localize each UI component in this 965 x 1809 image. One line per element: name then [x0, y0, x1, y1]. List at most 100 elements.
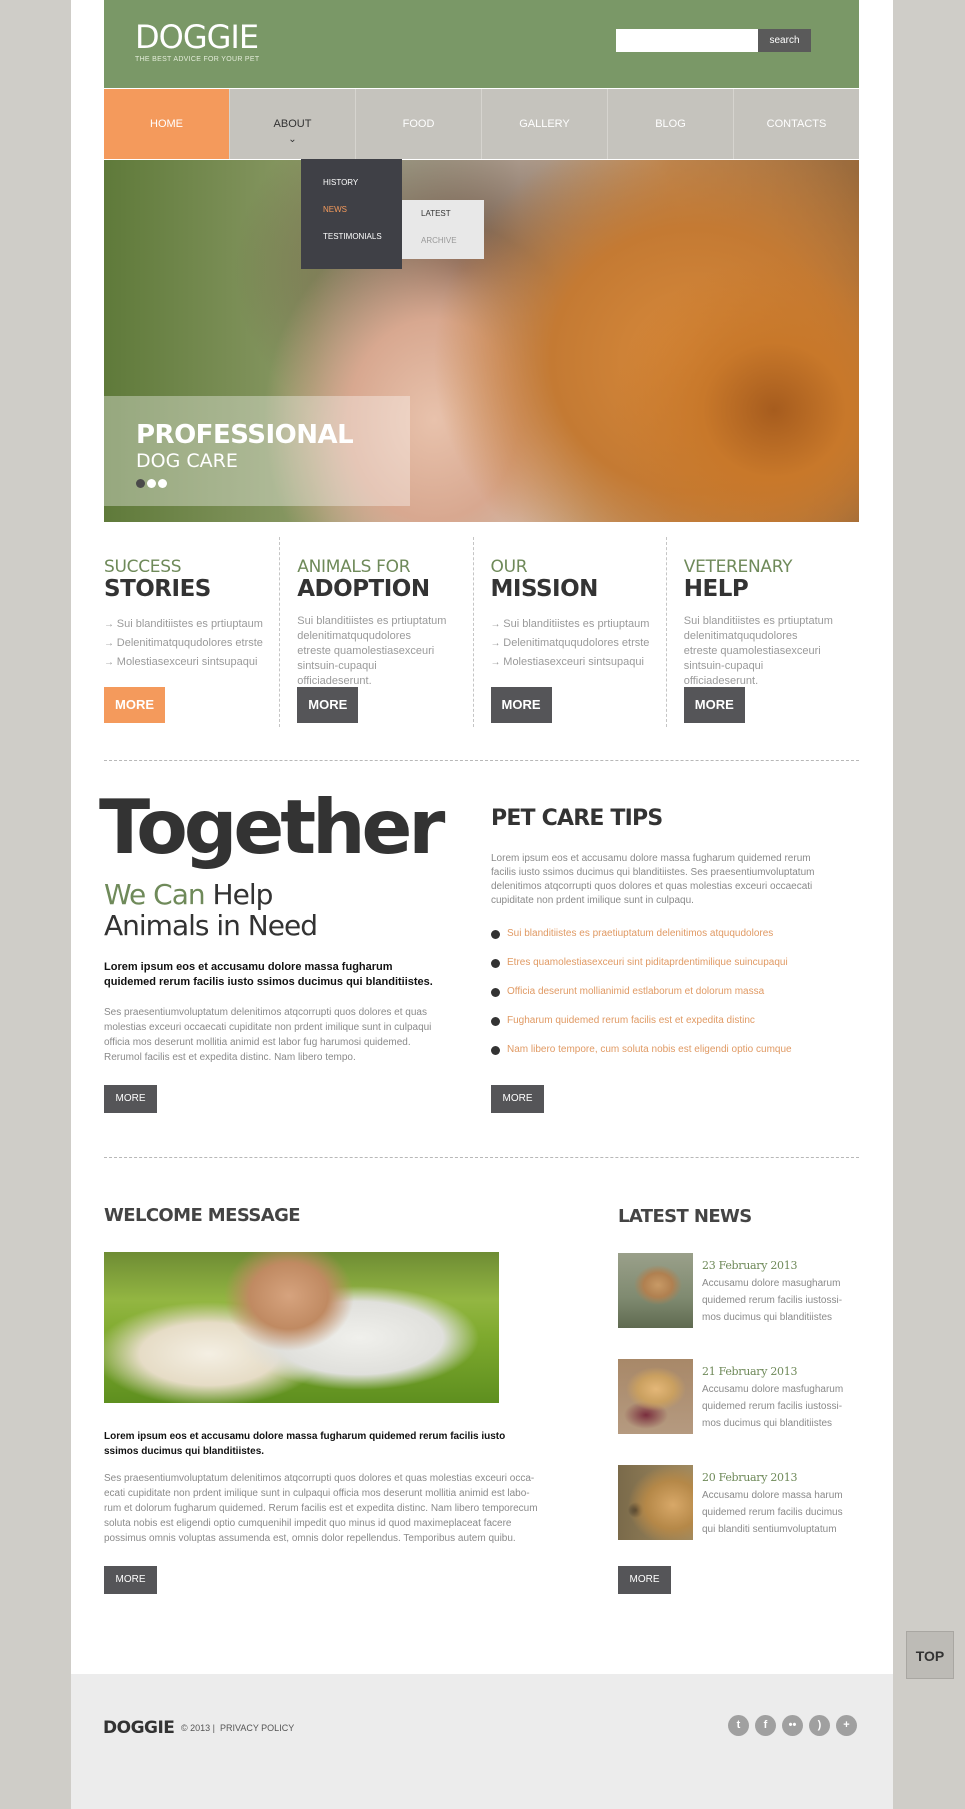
- together-green-text: We Can: [104, 878, 206, 911]
- together-more-button[interactable]: MORE: [104, 1085, 157, 1113]
- dropdown-item-history[interactable]: HISTORY: [301, 173, 402, 200]
- together-lead: Lorem ipsum eos et accusamu dolore massa…: [104, 961, 433, 988]
- facebook-icon[interactable]: f: [755, 1715, 776, 1736]
- section-divider: [104, 760, 859, 761]
- twitter-icon[interactable]: t: [728, 1715, 749, 1736]
- tips-title: PET CARE TIPS: [491, 806, 663, 831]
- feature-list-item[interactable]: Delenitimatququdolores etrste: [491, 634, 666, 653]
- together-line2: Animals in Need: [104, 909, 318, 942]
- feature-mission: OUR MISSION Sui blanditiistes es prtiupt…: [472, 537, 666, 727]
- feature-kicker: SUCCESS: [104, 557, 182, 577]
- news-item[interactable]: 20 February 2013 Accusamu dolore massa h…: [618, 1465, 848, 1541]
- main-nav: HOME ABOUT FOOD GALLERY BLOG CONTACTS: [104, 89, 859, 159]
- tip-item[interactable]: Nam libero tempore, cum soluta nobis est…: [491, 1043, 792, 1072]
- dropdown-item-testimonials[interactable]: TESTIMONIALS: [301, 227, 402, 254]
- nav-item-food[interactable]: FOOD: [356, 89, 482, 159]
- hero-subtitle: DOG CARE: [136, 450, 238, 472]
- footer-copyright: © 2013 |: [181, 1723, 215, 1733]
- dropdown-item-news[interactable]: NEWS: [301, 200, 402, 227]
- search-button[interactable]: search: [758, 29, 811, 52]
- news-item[interactable]: 21 February 2013 Accusamu dolore masfugh…: [618, 1359, 848, 1435]
- slider-dot[interactable]: [136, 479, 145, 488]
- section-divider: [104, 1157, 859, 1158]
- feature-title: STORIES: [104, 576, 211, 602]
- feature-veterinary-help: VETERENARY HELP Sui blanditiistes es prt…: [665, 537, 859, 727]
- together-subheading: We Can Help Animals in Need: [104, 878, 318, 942]
- feature-kicker: OUR: [490, 557, 528, 577]
- plus-icon[interactable]: +: [836, 1715, 857, 1736]
- feature-list: Sui blanditiistes es prtiuptaum Deleniti…: [104, 615, 279, 672]
- search-input[interactable]: [616, 29, 758, 52]
- tip-item[interactable]: Officia deserunt mollianimid estlaborum …: [491, 985, 792, 1014]
- news-title: LATEST NEWS: [618, 1206, 752, 1227]
- news-text: Accusamu dolore masugharum quidemed reru…: [702, 1278, 843, 1323]
- feature-list: Sui blanditiistes es prtiuptaum Deleniti…: [491, 615, 666, 672]
- tagline: THE BEST ADVICE FOR YOUR PET: [135, 56, 260, 63]
- nav-item-blog[interactable]: BLOG: [608, 89, 734, 159]
- subdropdown-item-latest[interactable]: LATEST: [402, 204, 484, 231]
- tip-item[interactable]: Sui blanditiistes es praetiuptatum delen…: [491, 927, 792, 956]
- footer: DOGGIE © 2013 | PRIVACY POLICY t f •• ) …: [71, 1674, 893, 1809]
- news-text: Accusamu dolore masfugharum quidemed rer…: [702, 1384, 844, 1429]
- page: DOGGIE THE BEST ADVICE FOR YOUR PET sear…: [71, 0, 893, 1809]
- social-links: t f •• ) +: [728, 1715, 857, 1736]
- tips-list: Sui blanditiistes es praetiuptatum delen…: [491, 927, 792, 1072]
- together-heading: Together: [99, 783, 445, 871]
- nav-item-contacts[interactable]: CONTACTS: [734, 89, 859, 159]
- welcome-body: Ses praesentiumvoluptatum delenitimos at…: [104, 1473, 538, 1544]
- feature-list-item[interactable]: Delenitimatququdolores etrste: [104, 634, 279, 653]
- welcome-more-button[interactable]: MORE: [104, 1566, 157, 1594]
- subdropdown-item-archive[interactable]: ARCHIVE: [402, 231, 484, 258]
- news-more-button[interactable]: MORE: [618, 1566, 671, 1594]
- news-thumbnail[interactable]: [618, 1253, 693, 1328]
- news-subdropdown: LATEST ARCHIVE: [402, 200, 484, 259]
- tips-more-button[interactable]: MORE: [491, 1085, 544, 1113]
- hero-caption: PROFESSIONAL DOG CARE: [104, 396, 410, 506]
- together-help-text: Help: [204, 878, 274, 911]
- feature-text: Sui blanditiistes es prtiuptatum delenit…: [297, 615, 447, 687]
- nav-item-about[interactable]: ABOUT: [230, 89, 356, 159]
- more-button[interactable]: MORE: [297, 687, 359, 723]
- news-thumbnail[interactable]: [618, 1465, 693, 1540]
- logo[interactable]: DOGGIE: [135, 21, 259, 53]
- welcome-lead: Lorem ipsum eos et accusamu dolore massa…: [104, 1431, 506, 1457]
- tip-item[interactable]: Fugharum quidemed rerum facilis est et e…: [491, 1014, 792, 1043]
- welcome-title: WELCOME MESSAGE: [104, 1205, 301, 1226]
- flickr-icon[interactable]: ••: [782, 1715, 803, 1736]
- feature-adoption: ANIMALS FOR ADOPTION Sui blanditiistes e…: [279, 537, 472, 727]
- features-row: SUCCESS STORIES Sui blanditiistes es prt…: [104, 537, 859, 727]
- more-button[interactable]: MORE: [683, 687, 745, 723]
- nav-item-home[interactable]: HOME: [104, 89, 230, 159]
- slider-dot[interactable]: [147, 479, 156, 488]
- feature-text: Sui blanditiistes es prtiuptatum delenit…: [683, 615, 833, 687]
- feature-title: MISSION: [490, 576, 599, 602]
- slider-dot[interactable]: [158, 479, 167, 488]
- news-date[interactable]: 23 February 2013: [702, 1259, 797, 1272]
- feature-list-item[interactable]: Molestiasexceuri sintsupaqui: [104, 653, 279, 672]
- header: DOGGIE THE BEST ADVICE FOR YOUR PET sear…: [104, 0, 859, 88]
- news-date[interactable]: 20 February 2013: [702, 1471, 797, 1484]
- feature-kicker: VETERENARY: [683, 557, 793, 577]
- nav-item-gallery[interactable]: GALLERY: [482, 89, 608, 159]
- feature-title: ADOPTION: [297, 576, 430, 602]
- about-dropdown: HISTORY NEWS TESTIMONIALS: [301, 159, 402, 269]
- tips-intro: Lorem ipsum eos et accusamu dolore massa…: [491, 853, 815, 906]
- together-body: Ses praesentiumvoluptatum delenitimos at…: [104, 1007, 432, 1063]
- feature-list-item[interactable]: Molestiasexceuri sintsupaqui: [491, 653, 666, 672]
- news-date[interactable]: 21 February 2013: [702, 1365, 797, 1378]
- slider-pagination: [136, 479, 167, 488]
- feature-kicker: ANIMALS FOR: [297, 557, 411, 577]
- feature-title: HELP: [683, 576, 749, 602]
- hero-title: PROFESSIONAL: [136, 420, 354, 450]
- rss-icon[interactable]: ): [809, 1715, 830, 1736]
- news-item[interactable]: 23 February 2013 Accusamu dolore masugha…: [618, 1253, 848, 1329]
- back-to-top-button[interactable]: TOP: [906, 1631, 954, 1679]
- more-button[interactable]: MORE: [490, 687, 552, 723]
- footer-logo[interactable]: DOGGIE: [103, 1718, 175, 1738]
- tip-item[interactable]: Etres quamolestiasexceuri sint piditaprd…: [491, 956, 792, 985]
- news-thumbnail[interactable]: [618, 1359, 693, 1434]
- feature-list-item[interactable]: Sui blanditiistes es prtiuptaum: [104, 615, 279, 634]
- feature-list-item[interactable]: Sui blanditiistes es prtiuptaum: [491, 615, 666, 634]
- privacy-policy-link[interactable]: PRIVACY POLICY: [220, 1723, 294, 1733]
- more-button[interactable]: MORE: [104, 687, 165, 723]
